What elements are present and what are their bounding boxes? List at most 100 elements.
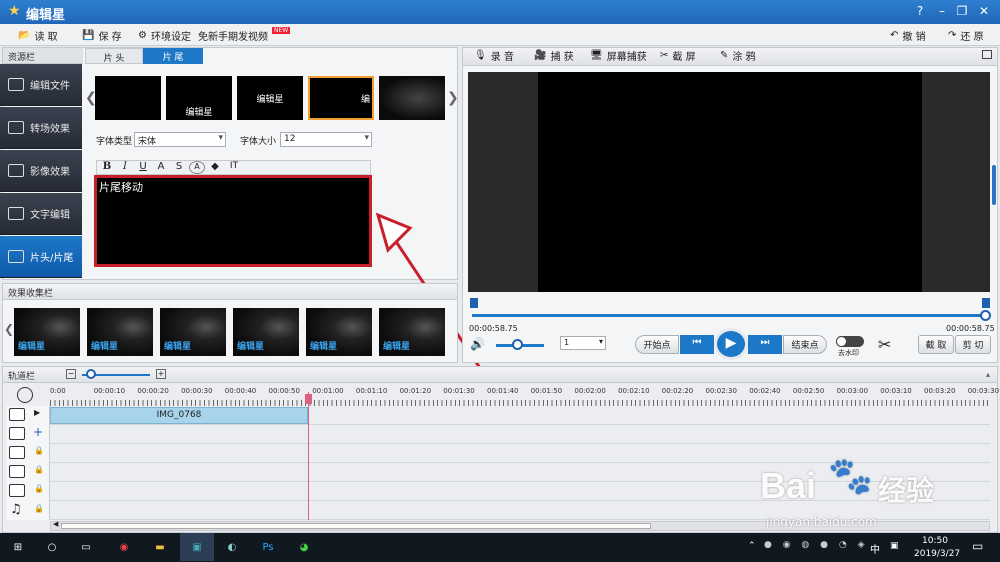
doodle-button[interactable]: ✎ 涂 鸦 <box>720 48 756 63</box>
scroll-thumb[interactable] <box>61 523 651 529</box>
font-color-button[interactable]: A <box>153 161 169 174</box>
outline-button[interactable]: A <box>189 161 205 174</box>
screenshot-button[interactable]: ✂ 截 屏 <box>660 48 696 63</box>
bold-button[interactable]: B <box>99 161 115 174</box>
scroll-left-icon[interactable]: ◀ <box>53 520 58 528</box>
sidebar-item-text-edit[interactable]: 文字编辑 <box>0 193 82 235</box>
playhead-knob[interactable] <box>980 310 991 321</box>
thumbs-next-icon[interactable]: ❯ <box>447 90 459 106</box>
clock-date[interactable]: 2019/3/27 <box>914 549 960 559</box>
play-button[interactable]: ▶ <box>714 328 748 360</box>
effect-item[interactable]: 编辑星 <box>87 308 153 356</box>
ruler-label: 00:02:20 <box>661 387 694 395</box>
timeline-cursor[interactable] <box>308 392 309 520</box>
end-point-label: 结束点 <box>791 341 819 351</box>
help-button[interactable]: ? <box>912 4 928 18</box>
zoom-knob[interactable] <box>86 369 96 379</box>
tail-thumb[interactable] <box>379 76 445 120</box>
windows-start-icon[interactable]: ⊞ <box>4 533 32 561</box>
effect-label: 编辑星 <box>383 342 411 352</box>
record-button[interactable]: 🎙 录 音 <box>474 48 514 63</box>
fill-bucket-icon[interactable]: ◆ <box>207 161 223 174</box>
search-circle-icon[interactable]: ○ <box>38 533 66 561</box>
free-video-link[interactable]: 免新手期发视频 NEW <box>198 27 291 43</box>
sidebar-item-edit-file[interactable]: 编辑文件 <box>0 64 82 106</box>
shadow-button[interactable]: S <box>171 161 187 174</box>
effect-item[interactable]: 编辑星 <box>160 308 226 356</box>
volume-icon[interactable]: 🔊 <box>470 337 485 351</box>
effect-item[interactable]: 编辑星 <box>306 308 372 356</box>
video-clip[interactable]: IMG_0768 <box>50 407 308 424</box>
effect-item[interactable]: 编辑星 <box>379 308 445 356</box>
capture-button[interactable]: 🎥 捕 获 <box>534 48 574 63</box>
cut-button[interactable]: 截 取 <box>918 335 954 354</box>
clock-time[interactable]: 10:50 <box>922 536 948 546</box>
wechat-icon[interactable]: ◕ <box>290 533 318 561</box>
next-frame-button[interactable]: ⏭ <box>748 335 782 354</box>
sidebar-item-image-effect[interactable]: 影像效果 <box>0 150 82 192</box>
tail-thumb[interactable]: 编辑星 <box>166 76 232 120</box>
lock-icon[interactable]: 🔒 <box>34 446 44 455</box>
effect-item[interactable]: 编辑星 <box>233 308 299 356</box>
restore-button[interactable]: ❐ <box>954 4 970 18</box>
prev-frame-button[interactable]: ⏮ <box>680 335 714 354</box>
notification-icon[interactable]: ▭ <box>972 539 983 553</box>
effect-item[interactable]: 编辑星 <box>14 308 80 356</box>
lock-icon[interactable]: 🔒 <box>34 465 44 474</box>
italic-button[interactable]: I <box>117 161 133 174</box>
speed-select[interactable]: 1 ▾ <box>560 336 606 350</box>
task-view-icon[interactable]: ▭ <box>72 533 100 561</box>
end-point-button[interactable]: 结束点 <box>783 335 827 354</box>
settings-button[interactable]: ⚙ 环境设定 <box>138 28 191 43</box>
add-icon[interactable]: + <box>33 425 43 439</box>
underline-button[interactable]: U <box>135 161 151 174</box>
start-marker[interactable] <box>470 298 478 308</box>
tail-thumb[interactable]: 编辑星 <box>237 76 303 120</box>
font-size-select[interactable]: 12 ▾ <box>280 132 372 147</box>
zoom-in-button[interactable]: + <box>156 369 166 379</box>
photoshop-icon[interactable]: Ps <box>254 533 282 561</box>
cut-scissors-icon[interactable]: ✂ <box>878 335 891 354</box>
volume-knob[interactable] <box>512 339 523 350</box>
timeline-scroll-icon[interactable]: ▴ <box>986 370 990 379</box>
save-button[interactable]: 💾 保 存 <box>82 28 122 43</box>
start-point-button[interactable]: 开始点 <box>635 335 679 354</box>
zoom-out-button[interactable]: − <box>66 369 76 379</box>
vertical-text-button[interactable]: IT <box>225 161 243 174</box>
vertical-scrollbar[interactable] <box>992 165 996 205</box>
tray-icons[interactable]: ● ◉ ◍ ● ◔ ◈ <box>764 540 869 550</box>
undo-button[interactable]: ↶ 撤 销 <box>890 28 926 43</box>
sidebar-item-head-tail[interactable]: 片头/片尾 <box>0 236 82 278</box>
ime-icon[interactable]: ▣ <box>890 541 899 551</box>
sidebar-item-transition[interactable]: 转场效果 <box>0 107 82 149</box>
trim-button[interactable]: 剪 切 <box>955 335 991 354</box>
playback-track[interactable] <box>472 314 988 317</box>
lock-icon[interactable]: 🔒 <box>34 484 44 493</box>
tab-tail[interactable]: 片 尾 <box>143 48 203 64</box>
chrome-icon[interactable]: ◉ <box>110 533 138 561</box>
cursor-handle[interactable] <box>305 394 312 404</box>
paint-icon[interactable]: ◐ <box>218 533 246 561</box>
text-input-area[interactable]: 片尾移动 <box>94 175 372 267</box>
effects-prev-icon[interactable]: ❮ <box>4 322 14 336</box>
tail-thumb-selected[interactable]: 编 <box>308 76 374 120</box>
expand-icon[interactable]: ▶ <box>34 408 40 417</box>
screen-capture-button[interactable]: 🖥 屏幕捕获 <box>590 48 647 63</box>
editor-app-icon[interactable]: ▣ <box>180 533 214 561</box>
tray-chevron-icon[interactable]: ⌃ <box>748 541 756 551</box>
end-marker[interactable] <box>982 298 990 308</box>
mute-icon[interactable] <box>9 427 25 440</box>
file-explorer-icon[interactable]: ▬ <box>146 533 174 561</box>
font-type-select[interactable]: 宋体 ▾ <box>134 132 226 147</box>
tab-head[interactable]: 片 头 <box>85 48 143 64</box>
ime-indicator[interactable]: 中 <box>870 541 880 556</box>
trim-label: 剪 切 <box>962 341 984 351</box>
open-button[interactable]: 📂 读 取 <box>18 28 58 43</box>
watermark-toggle[interactable] <box>836 336 864 347</box>
lock-icon[interactable]: 🔒 <box>34 504 44 513</box>
tail-thumb[interactable] <box>95 76 161 120</box>
maximize-preview-icon[interactable] <box>982 50 992 59</box>
close-button[interactable]: ✕ <box>976 4 992 18</box>
minimize-button[interactable]: – <box>934 4 950 18</box>
redo-button[interactable]: ↷ 还 原 <box>948 28 984 43</box>
